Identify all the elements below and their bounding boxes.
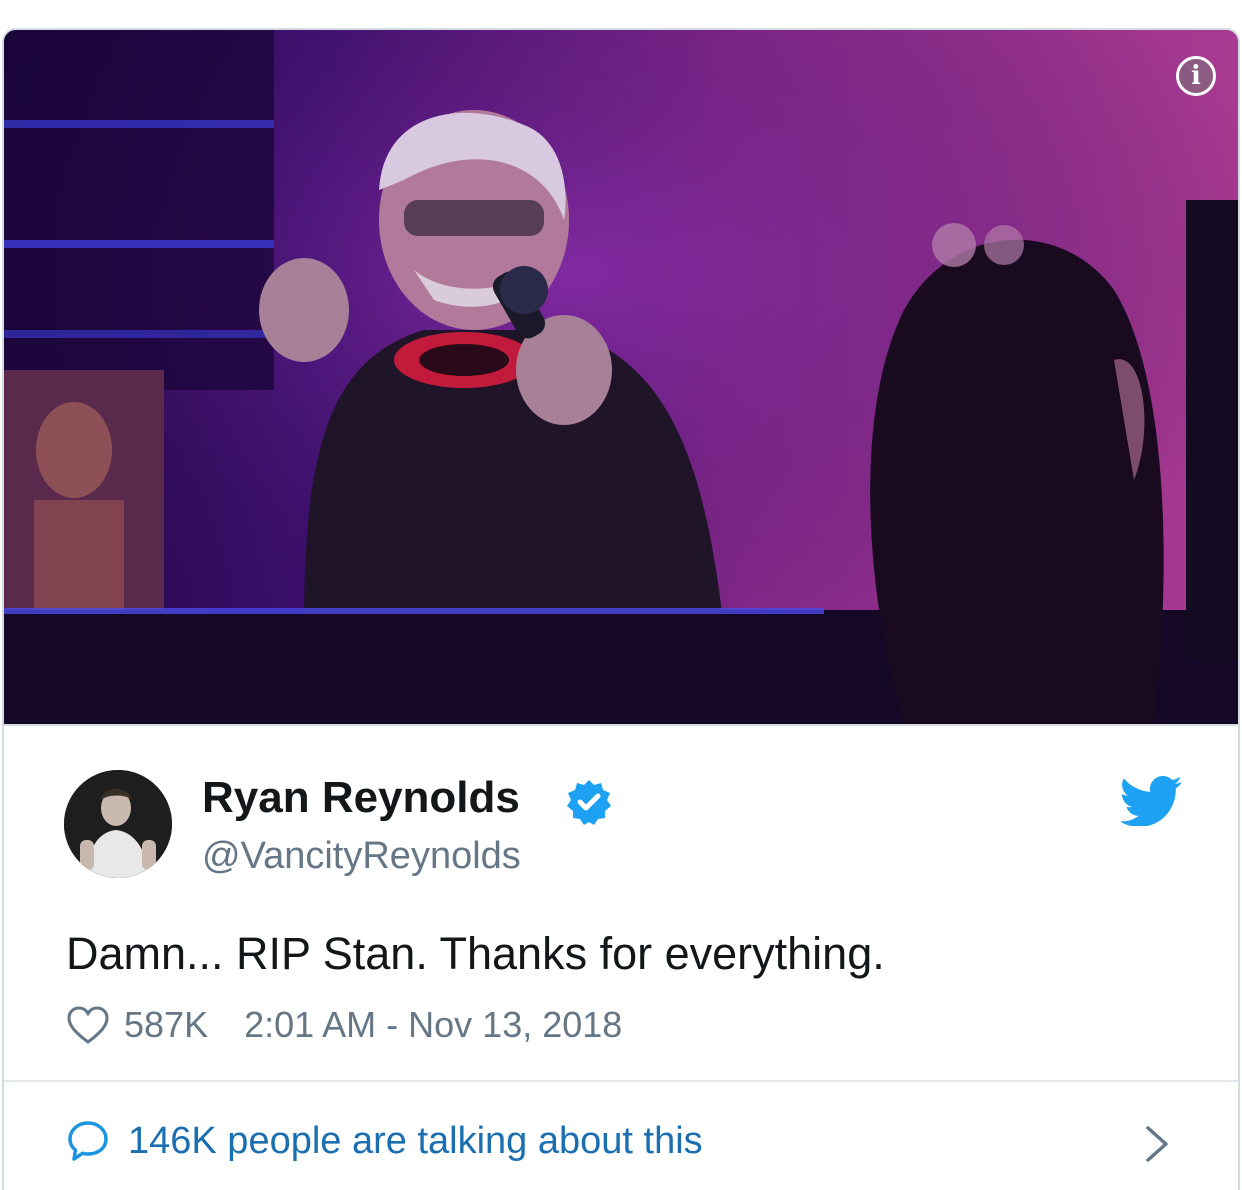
tweet-meta: 587K 2:01 AM - Nov 13, 2018 bbox=[66, 1002, 622, 1048]
footer-divider bbox=[4, 1080, 1238, 1082]
like-count[interactable]: 587K bbox=[124, 1004, 208, 1046]
tweet-timestamp[interactable]: 2:01 AM - Nov 13, 2018 bbox=[244, 1004, 622, 1046]
twitter-bird-icon[interactable] bbox=[1121, 776, 1183, 826]
author-name[interactable]: Ryan Reynolds bbox=[202, 773, 520, 823]
author-handle[interactable]: @VancityReynolds bbox=[202, 835, 521, 878]
heart-icon[interactable] bbox=[66, 1005, 110, 1045]
speech-bubble-icon bbox=[68, 1121, 108, 1161]
chevron-right-icon[interactable] bbox=[1142, 1122, 1172, 1166]
avatar-portrait bbox=[64, 770, 172, 878]
media-divider bbox=[4, 724, 1238, 726]
conversation-label[interactable]: 146K people are talking about this bbox=[128, 1120, 703, 1163]
conversation-link[interactable]: 146K people are talking about this bbox=[66, 1118, 703, 1164]
media-scene bbox=[4, 30, 1238, 724]
tweet-text: Damn... RIP Stan. Thanks for everything. bbox=[66, 928, 885, 979]
embedded-tweet-card[interactable]: i Ryan Reynolds @VancityReynolds Damn...… bbox=[2, 28, 1240, 1190]
verified-badge-icon bbox=[567, 780, 611, 825]
info-icon[interactable]: i bbox=[1176, 56, 1216, 96]
tweet-media-image[interactable]: i bbox=[4, 30, 1238, 724]
author-avatar[interactable] bbox=[64, 770, 172, 878]
